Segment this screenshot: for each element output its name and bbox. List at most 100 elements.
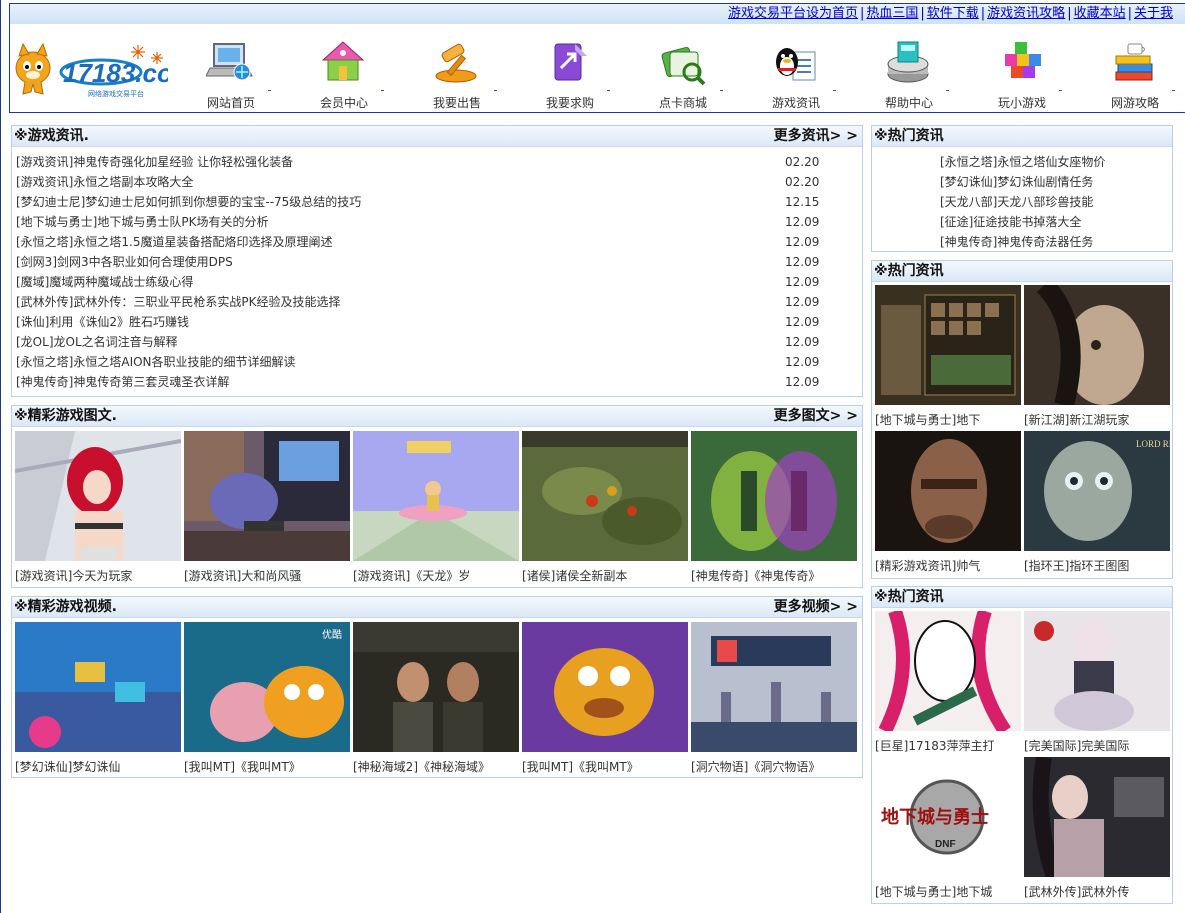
dnf-inventory-screenshot[interactable] — [875, 285, 1021, 405]
game-news-panel: ※游戏资讯. 更多资讯> > [游戏资讯]神鬼传奇强化加星经验 让你轻松强化装备… — [11, 125, 863, 397]
news-title-link[interactable]: [梦幻迪士尼]梦幻迪士尼如何抓到你想要的宝宝--75级总结的技巧 — [16, 192, 361, 212]
picture-caption[interactable]: [神鬼传奇]《神鬼传奇》 — [691, 567, 857, 584]
news-title-link[interactable]: [龙OL]龙OL之名词注音与解释 — [16, 332, 178, 352]
hot-picture-caption[interactable]: [地下城与勇士]地下城 — [875, 883, 1021, 900]
video-site-tag: 优酷 — [322, 628, 342, 641]
zhuhou-dungeon[interactable] — [522, 431, 688, 561]
nav-member-center[interactable]: 会员中心 — [301, 36, 401, 112]
news-item: [魔域]魔域两种魔域战士练级心得 12.09 — [16, 272, 858, 292]
hot-news-header-1: ※热门资讯 — [872, 126, 1172, 147]
nav-home-label: 网站首页 — [206, 96, 255, 110]
nav-help-center[interactable]: 帮助中心 — [866, 36, 966, 112]
news-title-link[interactable]: [诛仙]利用《诛仙2》胜石巧赚钱 — [16, 312, 189, 332]
hot-picture-caption[interactable]: [武林外传]武林外传 — [1024, 883, 1170, 900]
news-title-link[interactable]: [游戏资讯]永恒之塔副本攻略大全 — [16, 172, 193, 192]
about-link[interactable]: 关于我 — [1134, 6, 1173, 21]
nav-mini-games[interactable]: 玩小游戏 — [979, 36, 1079, 112]
video-caption[interactable]: [神秘海域2]《神秘海域》 — [353, 758, 519, 775]
dnf-logo-image[interactable]: 地下城与勇士 DNF — [875, 757, 1021, 877]
video-caption[interactable]: [我叫MT]《我叫MT》 — [522, 758, 688, 775]
news-item: [永恒之塔]永恒之塔1.5魔道星装备搭配烙印选择及原理阐述 12.09 — [16, 232, 858, 252]
news-title-link[interactable]: [永恒之塔]永恒之塔AION各职业技能的细节详细解读 — [16, 352, 296, 372]
tianlong-scene[interactable] — [353, 431, 519, 561]
news-date: 12.09 — [785, 255, 820, 269]
nav-buy-request-label: 我要求购 — [545, 96, 594, 110]
hot-picture-caption[interactable]: [地下城与勇士]地下 — [875, 411, 1021, 428]
sketch-portrait[interactable] — [1024, 285, 1170, 405]
logo-subtitle: 网络游戏交易平台 — [88, 89, 144, 98]
news-title-link[interactable]: [魔域]魔域两种魔域战士练级心得 — [16, 272, 193, 292]
game-news-list: [游戏资讯]神鬼传奇强化加星经验 让你轻松强化装备 02.20 [游戏资讯]永恒之… — [16, 152, 858, 392]
hot-news-panel-2: ※热门资讯 [地下城与勇士]地下 [新江湖]新江湖玩家 [精彩游戏资讯]帅气 L… — [871, 260, 1173, 579]
video-caption[interactable]: [我叫MT]《我叫MT》 — [184, 758, 350, 775]
books-icon — [1115, 43, 1153, 81]
video-thumbnail[interactable] — [15, 622, 181, 752]
nav-buy-request[interactable]: 我要求购 — [527, 36, 627, 112]
news-date: 12.15 — [785, 195, 820, 209]
hot-news-link[interactable]: [征途]征途技能书掉落大全 — [940, 215, 1081, 229]
hot-picture-caption[interactable]: [指环王]指环王图图 — [1024, 557, 1170, 574]
hot-picture-caption[interactable]: [巨星]17183萍萍主打 — [875, 737, 1021, 754]
house-icon — [321, 41, 365, 81]
hot-news-panel-1: ※热门资讯 [永恒之塔]永恒之塔仙女座物价 [梦幻诛仙]梦幻诛仙剧情任务 [天龙… — [871, 125, 1173, 252]
comic-girl-illustration[interactable] — [875, 611, 1021, 731]
news-date: 12.09 — [785, 355, 820, 369]
top-links-bar: 游戏交易平台设为首页 | 热血三国 | 软件下载 | 游戏资讯攻略 | 收藏本站 | 关于我 — [10, 4, 1185, 24]
gollum-portrait[interactable]: LORD RINGS — [1024, 431, 1170, 551]
nav-sell[interactable]: 我要出售 — [414, 36, 514, 112]
tiger-mascot-icon — [15, 42, 51, 95]
nav-home[interactable]: 网站首页 — [188, 36, 288, 112]
news-title-link[interactable]: [剑网3]剑网3中各职业如何合理使用DPS — [16, 252, 233, 272]
hot-picture-caption[interactable]: [新江湖]新江湖玩家 — [1024, 411, 1170, 428]
pictures-header: ※精彩游戏图文. 更多图文> > — [12, 406, 862, 427]
game-news-link[interactable]: 游戏资讯攻略 — [987, 6, 1065, 21]
news-title-link[interactable]: [武林外传]武林外传：三职业平民枪系实战PK经验及技能选择 — [16, 292, 340, 312]
logo-text: 17183.com — [63, 58, 168, 88]
picture-caption[interactable]: [游戏资讯]大和尚风骚 — [184, 567, 350, 584]
video-thumbnail[interactable]: 优酷 — [184, 622, 350, 752]
video-thumbnail[interactable] — [353, 622, 519, 752]
hot-news-title-3: ※热门资讯 — [874, 589, 944, 605]
more-videos-link[interactable]: 更多视频> > — [774, 598, 858, 616]
nav-mini-games-label: 玩小游戏 — [997, 96, 1046, 110]
video-thumbnail[interactable] — [691, 622, 857, 752]
picture-caption[interactable]: [游戏资讯]今天为玩家 — [15, 567, 181, 584]
news-title-link[interactable]: [神鬼传奇]神鬼传奇第三套灵魂圣衣详解 — [16, 372, 229, 392]
list-item: [神鬼传奇]神鬼传奇法器任务 — [940, 232, 1105, 252]
hot-news-link[interactable]: [梦幻诛仙]梦幻诛仙剧情任务 — [940, 175, 1093, 189]
blocks-icon — [1005, 42, 1041, 78]
news-title-link[interactable]: [游戏资讯]神鬼传奇强化加星经验 让你轻松强化装备 — [16, 152, 293, 172]
shengui-scene[interactable] — [691, 431, 857, 561]
news-item: [神鬼传奇]神鬼传奇第三套灵魂圣衣详解 12.09 — [16, 372, 858, 392]
hot-news-link[interactable]: [神鬼传奇]神鬼传奇法器任务 — [940, 235, 1093, 249]
qq-penguin-icon — [776, 48, 816, 81]
nav-card-mall[interactable]: 点卡商城 — [640, 36, 740, 112]
video-caption[interactable]: [梦幻诛仙]梦幻诛仙 — [15, 758, 181, 775]
cosplay-photo[interactable] — [15, 431, 181, 561]
hot-picture-caption[interactable]: [完美国际]完美国际 — [1024, 737, 1170, 754]
arcade-photo[interactable] — [184, 431, 350, 561]
software-download-link[interactable]: 软件下载 — [927, 6, 979, 21]
video-thumbnail[interactable] — [522, 622, 688, 752]
site-logo[interactable]: 17183.com 网络游戏交易平台 — [13, 42, 196, 102]
news-title-link[interactable]: [地下城与勇士]地下城与勇士队PK场有关的分析 — [16, 212, 268, 232]
hot-news-link[interactable]: [天龙八部]天龙八部珍兽技能 — [940, 195, 1093, 209]
disk-icon — [887, 41, 929, 83]
nav-game-guides[interactable]: 网游攻略 — [1092, 36, 1185, 112]
picture-caption[interactable]: [诸侯]诸侯全新副本 — [522, 567, 688, 584]
wulin-character[interactable] — [1024, 757, 1170, 877]
max-payne-portrait[interactable] — [875, 431, 1021, 551]
rexue-sanguo-link[interactable]: 热血三国 — [866, 6, 918, 21]
perfect-world-character[interactable] — [1024, 611, 1170, 731]
set-homepage-link[interactable]: 游戏交易平台设为首页 — [728, 6, 858, 21]
video-caption[interactable]: [洞穴物语]《洞穴物语》 — [691, 758, 857, 775]
card-icon — [661, 46, 706, 86]
bookmark-link[interactable]: 收藏本站 — [1074, 6, 1126, 21]
nav-game-news[interactable]: 游戏资讯 — [753, 36, 853, 112]
news-title-link[interactable]: [永恒之塔]永恒之塔1.5魔道星装备搭配烙印选择及原理阐述 — [16, 232, 332, 252]
hot-news-link[interactable]: [永恒之塔]永恒之塔仙女座物价 — [940, 155, 1105, 169]
more-news-link[interactable]: 更多资讯> > — [774, 127, 858, 145]
hot-picture-caption[interactable]: [精彩游戏资讯]帅气 — [875, 557, 1021, 574]
picture-caption[interactable]: [游戏资讯]《天龙》岁 — [353, 567, 519, 584]
more-pictures-link[interactable]: 更多图文> > — [774, 407, 858, 425]
